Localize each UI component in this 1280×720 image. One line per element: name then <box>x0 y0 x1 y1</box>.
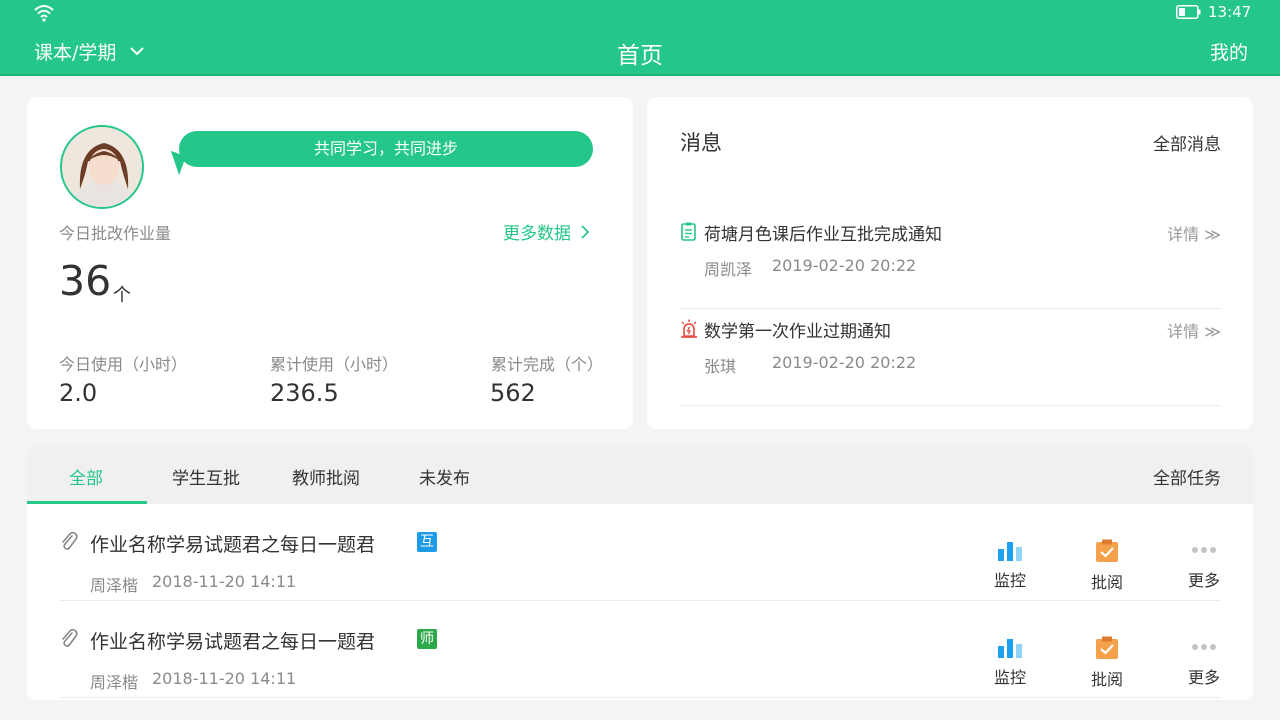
messages-card: 消息 全部消息 荷塘月色课后作业互批完成通知 详情 ≫ 周凯泽 2019-02-… <box>647 97 1253 429</box>
today-grading-value: 36 <box>59 257 112 305</box>
stats-card: 共同学习，共同进步 今日批改作业量 更多数据 36 个 今日使用（小时） 2.0… <box>27 97 633 429</box>
message-time: 2019-02-20 20:22 <box>772 353 917 372</box>
tab-all[interactable]: 全部 <box>69 464 103 489</box>
clipboard-check-icon <box>1096 636 1118 659</box>
more-data-link[interactable]: 更多数据 <box>503 219 589 244</box>
task-author: 周泽楷 <box>90 576 139 595</box>
review-label: 批阅 <box>1090 670 1123 689</box>
paperclip-icon <box>62 628 78 647</box>
message-time: 2019-02-20 20:22 <box>772 256 917 275</box>
paperclip-icon <box>62 531 78 550</box>
more-label: 更多 <box>1187 668 1220 687</box>
message-item[interactable]: 荷塘月色课后作业互批完成通知 详情 ≫ 周凯泽 2019-02-20 20:22 <box>680 213 1221 309</box>
task-author: 周泽楷 <box>90 673 139 692</box>
avatar[interactable] <box>60 125 144 209</box>
task-title: 作业名称学易试题君之每日一题君 <box>90 534 376 556</box>
all-tasks-link[interactable]: 全部任务 <box>1153 464 1221 489</box>
message-sender: 周凯泽 <box>704 260 753 279</box>
stat-total-use-value: 236.5 <box>270 379 339 407</box>
more-dots-icon <box>1192 644 1216 650</box>
slogan-bubble: 共同学习，共同进步 <box>179 131 593 167</box>
more-button[interactable]: 更多 <box>1174 539 1234 591</box>
tab-student-peer-review[interactable]: 学生互批 <box>172 464 240 489</box>
review-button[interactable]: 批阅 <box>1077 636 1137 690</box>
status-time: 13:47 <box>1208 3 1252 21</box>
tasks-card: 全部 学生互批 教师批阅 未发布 全部任务 作业名称学易试题君之每日一题君 互 … <box>27 444 1253 700</box>
more-dots-icon <box>1192 547 1216 553</box>
task-row[interactable]: 作业名称学易试题君之每日一题君 师 周泽楷 2018-11-20 14:11 监… <box>60 601 1221 698</box>
today-grading-label: 今日批改作业量 <box>59 224 172 243</box>
stat-today-use-label: 今日使用（小时） <box>59 355 188 374</box>
stat-today-use-value: 2.0 <box>59 379 98 407</box>
more-data-label: 更多数据 <box>503 224 571 244</box>
message-sender: 张琪 <box>704 357 737 376</box>
more-label: 更多 <box>1187 571 1220 590</box>
top-app-bar: 13:47 课本/学期 首页 我的 <box>0 0 1280 76</box>
document-icon <box>681 222 696 241</box>
all-messages-link[interactable]: 全部消息 <box>1153 130 1221 155</box>
today-grading-unit: 个 <box>113 285 131 306</box>
task-time: 2018-11-20 14:11 <box>152 572 297 591</box>
message-title: 荷塘月色课后作业互批完成通知 <box>704 225 942 245</box>
mine-button[interactable]: 我的 <box>1210 38 1248 65</box>
task-time: 2018-11-20 14:11 <box>152 669 297 688</box>
battery-icon <box>1176 5 1201 19</box>
more-button[interactable]: 更多 <box>1174 636 1234 688</box>
tab-unpublished[interactable]: 未发布 <box>419 464 470 489</box>
stat-total-done-label: 累计完成（个） <box>491 355 604 374</box>
messages-title: 消息 <box>680 131 722 155</box>
task-title: 作业名称学易试题君之每日一题君 <box>90 631 376 653</box>
clipboard-check-icon <box>1096 539 1118 562</box>
review-button[interactable]: 批阅 <box>1077 539 1137 593</box>
bar-chart-icon <box>998 542 1022 561</box>
stat-total-use-label: 累计使用（小时） <box>270 355 399 374</box>
message-title: 数学第一次作业过期通知 <box>704 322 891 342</box>
chevron-right-icon <box>581 224 589 239</box>
bar-chart-icon <box>998 639 1022 658</box>
task-row[interactable]: 作业名称学易试题君之每日一题君 互 周泽楷 2018-11-20 14:11 监… <box>60 504 1221 601</box>
monitor-label: 监控 <box>993 571 1026 590</box>
peer-review-badge: 互 <box>417 532 437 552</box>
task-tabbar: 全部 学生互批 教师批阅 未发布 全部任务 <box>27 444 1253 504</box>
message-item[interactable]: 数学第一次作业过期通知 详情 ≫ 张琪 2019-02-20 20:22 <box>680 310 1221 406</box>
message-detail-link[interactable]: 详情 ≫ <box>1167 318 1221 342</box>
tab-teacher-review[interactable]: 教师批阅 <box>292 464 360 489</box>
monitor-button[interactable]: 监控 <box>980 539 1040 591</box>
wifi-icon <box>34 5 54 22</box>
avatar-image <box>62 127 142 207</box>
stat-total-done-value: 562 <box>490 379 536 407</box>
monitor-label: 监控 <box>993 668 1026 687</box>
header-divider <box>0 74 1280 76</box>
message-detail-link[interactable]: 详情 ≫ <box>1167 221 1221 245</box>
alarm-icon <box>681 319 697 338</box>
teacher-badge: 师 <box>417 629 437 649</box>
monitor-button[interactable]: 监控 <box>980 636 1040 688</box>
review-label: 批阅 <box>1090 573 1123 592</box>
page-title: 首页 <box>617 43 663 69</box>
